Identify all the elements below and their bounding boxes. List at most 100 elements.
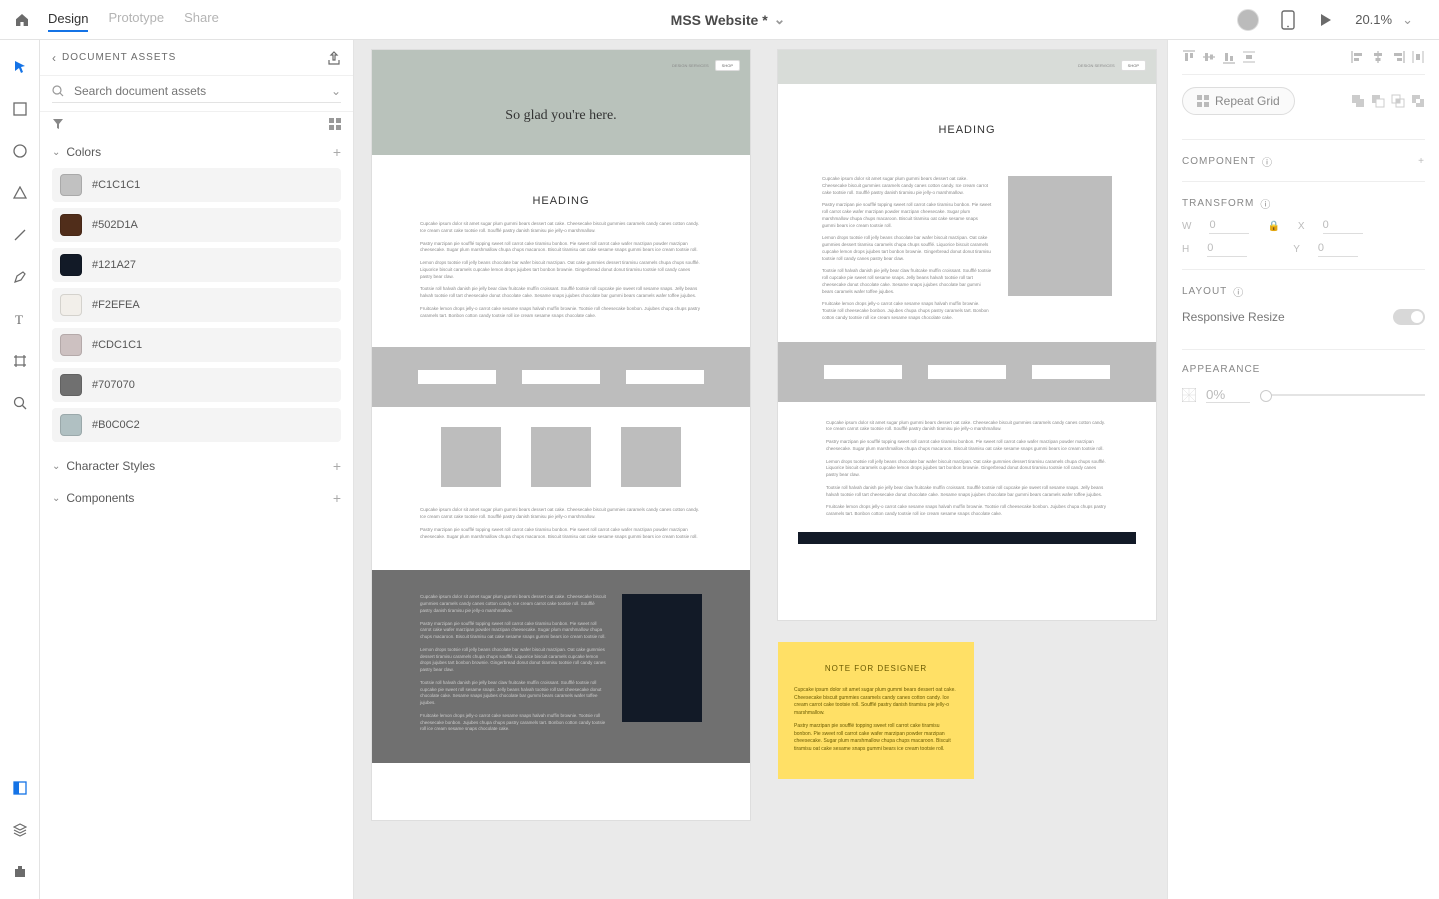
search-input[interactable] [74, 84, 321, 98]
info-icon[interactable]: ⓘ [1260, 196, 1271, 211]
color-item[interactable]: #CDC1C1 [52, 328, 341, 362]
search-row: ⌄ [40, 76, 353, 112]
card-band [778, 342, 1156, 402]
mobile-preview-icon[interactable] [1281, 10, 1295, 30]
topbar-right: 20.1% ⌄ [1237, 9, 1439, 31]
svg-text:T: T [15, 312, 23, 326]
info-icon[interactable]: ⓘ [1262, 154, 1273, 169]
polygon-tool-icon[interactable] [0, 178, 40, 208]
card [928, 365, 1006, 379]
play-icon[interactable] [1317, 12, 1333, 28]
nav-links: DESIGN SERVICES SHOP [1078, 60, 1146, 71]
components-section-header[interactable]: ⌄ Components + [40, 482, 353, 514]
layers-panel-icon[interactable] [0, 815, 40, 845]
chevron-down-icon: ⌄ [774, 11, 786, 28]
plugins-panel-icon[interactable] [0, 857, 40, 887]
heading-text: HEADING [372, 155, 750, 221]
document-title[interactable]: MSS Website * ⌄ [219, 11, 1237, 28]
color-hex: #502D1A [92, 219, 138, 231]
color-list: #C1C1C1 #502D1A #121A27 #F2EFEA #CDC1C1 … [40, 168, 353, 450]
line-tool-icon[interactable] [0, 220, 40, 250]
color-item[interactable]: #B0C0C2 [52, 408, 341, 442]
color-swatch [60, 254, 82, 276]
colors-label: Colors [66, 145, 101, 159]
opacity-slider[interactable] [1260, 394, 1425, 396]
align-right-icon[interactable] [1391, 50, 1405, 64]
boolean-subtract-icon[interactable] [1371, 94, 1385, 108]
color-item[interactable]: #F2EFEA [52, 288, 341, 322]
artboard-home[interactable]: DESIGN SERVICES SHOP So glad you're here… [372, 50, 750, 820]
properties-panel: Repeat Grid COMPONENTⓘ+ TRANSFORMⓘ W 🔒 X… [1167, 40, 1439, 899]
note-text: Cupcake ipsum dolor sit amet sugar plum … [794, 687, 958, 717]
add-style-icon[interactable]: + [333, 458, 341, 474]
align-top-icon[interactable] [1182, 50, 1196, 64]
document-title-text: MSS Website * [671, 12, 768, 28]
assets-panel-icon[interactable] [0, 773, 40, 803]
chevron-left-icon[interactable]: ‹ [52, 51, 62, 65]
boolean-intersect-icon[interactable] [1391, 94, 1405, 108]
publish-icon[interactable] [327, 51, 341, 65]
y-input[interactable] [1318, 242, 1358, 257]
add-color-icon[interactable]: + [333, 144, 341, 160]
text-tool-icon[interactable]: T [0, 304, 40, 334]
tab-design[interactable]: Design [48, 7, 88, 32]
distribute-v-icon[interactable] [1242, 50, 1256, 64]
rectangle-tool-icon[interactable] [0, 94, 40, 124]
pen-tool-icon[interactable] [0, 262, 40, 292]
repeat-grid-button[interactable]: Repeat Grid [1182, 87, 1295, 115]
distribute-h-icon[interactable] [1411, 50, 1425, 64]
color-item[interactable]: #502D1A [52, 208, 341, 242]
responsive-label: Responsive Resize [1182, 310, 1285, 324]
add-component-icon[interactable]: + [1418, 156, 1425, 167]
select-tool-icon[interactable] [0, 52, 40, 82]
responsive-row: Responsive Resize [1182, 309, 1425, 325]
color-item[interactable]: #707070 [52, 368, 341, 402]
x-input[interactable] [1323, 219, 1363, 234]
ellipse-tool-icon[interactable] [0, 136, 40, 166]
note-title: NOTE FOR DESIGNER [794, 664, 958, 673]
color-hex: #B0C0C2 [92, 419, 140, 431]
home-button[interactable] [0, 0, 44, 40]
align-hcenter-icon[interactable] [1371, 50, 1385, 64]
avatar-icon[interactable] [1237, 9, 1259, 31]
add-component-icon[interactable]: + [333, 490, 341, 506]
repeat-grid-label: Repeat Grid [1215, 94, 1280, 108]
zoom-tool-icon[interactable] [0, 388, 40, 418]
color-swatch [60, 374, 82, 396]
responsive-toggle[interactable] [1393, 309, 1425, 325]
image-row [372, 407, 750, 507]
align-vcenter-icon[interactable] [1202, 50, 1216, 64]
zoom-control[interactable]: 20.1% ⌄ [1355, 12, 1413, 28]
appearance-section-label: APPEARANCE [1182, 364, 1425, 375]
card-band [372, 347, 750, 407]
nav-link: DESIGN SERVICES [672, 63, 709, 68]
width-input[interactable] [1209, 219, 1249, 234]
color-hex: #CDC1C1 [92, 339, 142, 351]
chevron-down-icon: ⌄ [52, 147, 66, 158]
opacity-input[interactable] [1206, 387, 1250, 403]
color-item[interactable]: #C1C1C1 [52, 168, 341, 202]
card [824, 365, 902, 379]
artboard-tool-icon[interactable] [0, 346, 40, 376]
tool-rail: T [0, 40, 40, 899]
chevron-down-icon[interactable]: ⌄ [331, 84, 341, 98]
sticky-note[interactable]: NOTE FOR DESIGNER Cupcake ipsum dolor si… [778, 642, 974, 779]
colors-section-header[interactable]: ⌄ Colors + [40, 136, 353, 168]
align-bottom-icon[interactable] [1222, 50, 1236, 64]
grid-view-icon[interactable] [329, 118, 341, 130]
info-icon[interactable]: ⓘ [1233, 284, 1244, 299]
tab-prototype[interactable]: Prototype [108, 10, 164, 29]
filter-icon[interactable] [52, 118, 64, 130]
tab-share[interactable]: Share [184, 10, 219, 29]
side-image [1008, 176, 1112, 296]
artboard-page[interactable]: DESIGN SERVICES SHOP HEADING Cupcake ips… [778, 50, 1156, 620]
boolean-add-icon[interactable] [1351, 94, 1365, 108]
note-text: Pastry marzipan pie soufflé topping swee… [794, 723, 958, 753]
boolean-exclude-icon[interactable] [1411, 94, 1425, 108]
lock-icon[interactable]: 🔒 [1267, 221, 1279, 232]
char-styles-section-header[interactable]: ⌄ Character Styles + [40, 450, 353, 482]
height-input[interactable] [1207, 242, 1247, 257]
color-item[interactable]: #121A27 [52, 248, 341, 282]
canvas[interactable]: DESIGN SERVICES SHOP So glad you're here… [354, 40, 1167, 899]
align-left-icon[interactable] [1351, 50, 1365, 64]
